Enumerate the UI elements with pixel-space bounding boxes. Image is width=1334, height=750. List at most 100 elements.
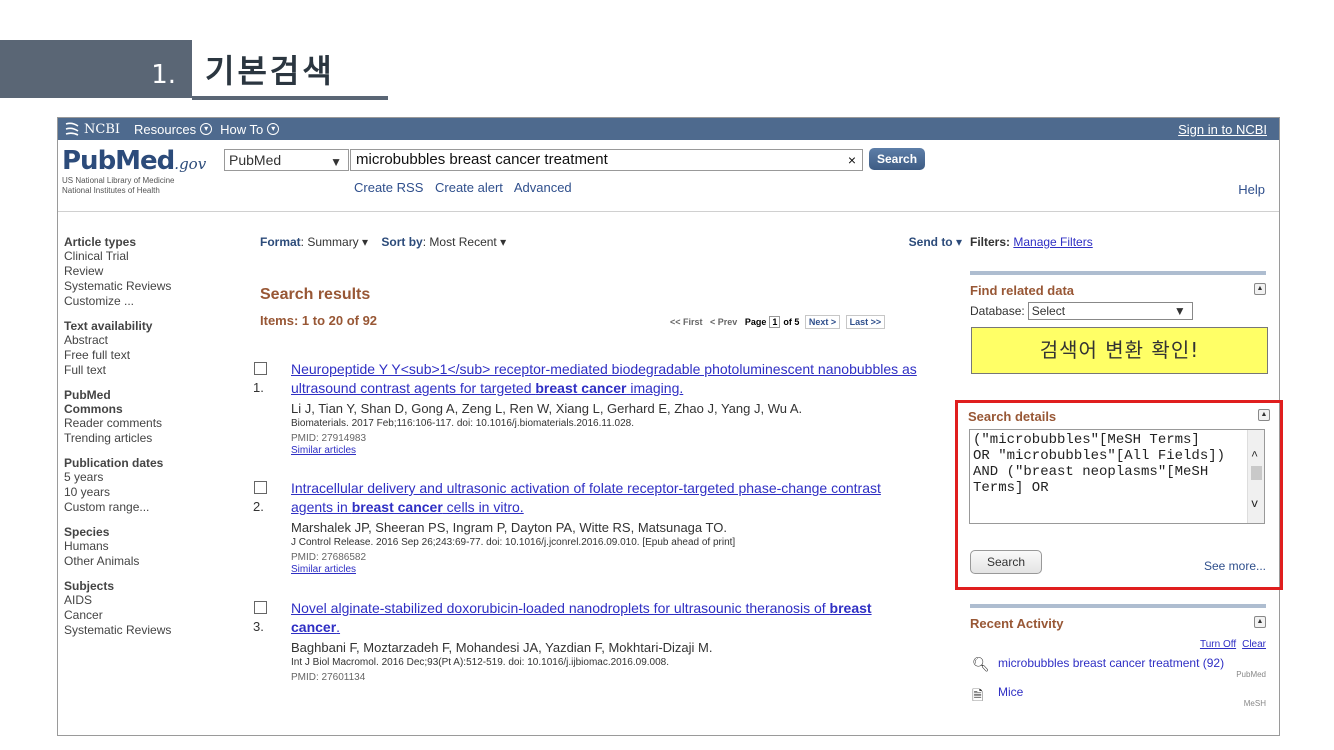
collapse-up-icon[interactable]: ▲: [1258, 409, 1270, 421]
result-checkbox[interactable]: [254, 362, 267, 375]
scroll-up-icon[interactable]: ^: [1251, 448, 1258, 464]
result-checkbox[interactable]: [254, 481, 267, 494]
facet-item[interactable]: Humans: [64, 539, 236, 554]
search-details-search-button[interactable]: Search: [970, 550, 1042, 574]
title-highlight: breast: [829, 600, 872, 616]
scroll-down-icon[interactable]: v: [1251, 496, 1258, 512]
find-related-head: Find related data ▲: [970, 283, 1266, 298]
result-title-link[interactable]: Intracellular delivery and ultrasonic ac…: [291, 479, 960, 498]
howto-menu[interactable]: How To ▾: [220, 122, 280, 137]
facet-item[interactable]: Abstract: [64, 333, 236, 348]
related-database-value: Select: [1031, 304, 1066, 318]
result-item: 2. Intracellular delivery and ultrasonic…: [253, 479, 960, 575]
heading-number: 1.: [151, 60, 176, 90]
scroll-thumb[interactable]: [1251, 466, 1262, 480]
see-more-link[interactable]: See more...: [1204, 559, 1266, 573]
pager-page-label: Page: [744, 317, 767, 327]
search-input-value: microbubbles breast cancer treatment: [356, 151, 608, 168]
textarea-scrollbar[interactable]: ^ v: [1247, 430, 1264, 523]
format-dropdown[interactable]: Format: Summary ▾: [260, 235, 368, 249]
pager-last-button[interactable]: Last >>: [845, 315, 886, 329]
related-database-select[interactable]: Select ▼: [1027, 302, 1193, 320]
turn-off-link[interactable]: Turn Off: [1200, 639, 1236, 650]
facet-item[interactable]: Clinical Trial: [64, 249, 236, 264]
pager-page-input[interactable]: 1: [769, 316, 781, 328]
recent-activity-item[interactable]: 🗎 Mice MeSH: [970, 685, 1266, 708]
collapse-up-icon[interactable]: ▲: [1254, 283, 1266, 295]
result-checkbox[interactable]: [254, 601, 267, 614]
search-input[interactable]: microbubbles breast cancer treatment ×: [350, 149, 863, 171]
help-link[interactable]: Help: [1238, 182, 1265, 197]
facet-text-availability: Text availability Abstract Free full tex…: [64, 319, 236, 378]
similar-articles-link[interactable]: Similar articles: [291, 445, 960, 456]
result-title-link[interactable]: ultrasound contrast agents for targeted …: [291, 379, 960, 398]
facet-item[interactable]: Systematic Reviews: [64, 623, 236, 638]
result-title-link[interactable]: Novel alginate-stabilized doxorubicin-lo…: [291, 599, 960, 618]
facet-subjects: Subjects AIDS Cancer Systematic Reviews: [64, 579, 236, 638]
create-alert-link[interactable]: Create alert: [435, 180, 503, 195]
ncbi-logo[interactable]: NCBI: [64, 122, 120, 137]
callout-box: 검색어 변환 확인!: [971, 327, 1268, 374]
sort-dropdown[interactable]: Sort by: Most Recent ▾: [381, 235, 506, 249]
title-text: Neuropeptide Y Y<sub>1</sub> receptor-me…: [291, 361, 917, 377]
right-column: Filters: Manage Filters Find related dat…: [970, 235, 1268, 374]
facet-item[interactable]: 10 years: [64, 485, 236, 500]
result-journal: J Control Release. 2016 Sep 26;243:69-77…: [291, 537, 736, 548]
facet-item[interactable]: Review: [64, 264, 236, 279]
pubmed-logo-gov: .gov: [174, 155, 207, 173]
facet-item[interactable]: 5 years: [64, 470, 236, 485]
pubmed-logo-sub2: National Institutes of Health: [62, 186, 160, 195]
pager: << First < Prev Page 1 of 5 Next > Last >>: [670, 315, 886, 329]
search-details-textarea[interactable]: ("microbubbles"[MeSH Terms] OR "microbub…: [969, 429, 1265, 524]
clear-icon[interactable]: ×: [848, 150, 856, 170]
pager-prev[interactable]: < Prev: [710, 317, 737, 327]
result-title-link[interactable]: Neuropeptide Y Y<sub>1</sub> receptor-me…: [291, 360, 960, 379]
result-number: 3.: [253, 619, 264, 634]
related-database-row: Database: Select ▼: [970, 302, 1266, 320]
send-to-dropdown[interactable]: Send to ▾: [909, 235, 962, 249]
result-authors: Baghbani F, Moztarzadeh F, Mohandesi JA,…: [291, 640, 713, 655]
pubmed-logo-sub1: US National Library of Medicine: [62, 176, 175, 185]
title-text: .: [336, 619, 341, 635]
format-bar: Format: Summary ▾ Sort by: Most Recent ▾…: [260, 235, 962, 253]
facet-item[interactable]: Other Animals: [64, 554, 236, 569]
facet-item[interactable]: Cancer: [64, 608, 236, 623]
create-rss-link[interactable]: Create RSS: [354, 180, 423, 195]
database-select[interactable]: PubMed ▼: [224, 149, 349, 171]
facet-item[interactable]: Custom range...: [64, 500, 236, 515]
title-text: Intracellular delivery and ultrasonic ac…: [291, 480, 881, 496]
facet-item[interactable]: Customize ...: [64, 294, 236, 309]
resources-menu[interactable]: Resources ▾: [134, 121, 213, 137]
result-title-link[interactable]: cancer.: [291, 618, 960, 637]
pager-next-button[interactable]: Next >: [804, 315, 841, 329]
chevron-down-icon: ▾: [200, 123, 213, 135]
result-number: 1.: [253, 380, 264, 395]
clear-link[interactable]: Clear: [1242, 639, 1266, 650]
pager-first[interactable]: << First: [670, 317, 703, 327]
pubmed-logo[interactable]: PubMed.gov US National Library of Medici…: [62, 146, 206, 196]
similar-articles-link[interactable]: Similar articles: [291, 564, 960, 575]
database-select-value: PubMed: [229, 152, 282, 168]
facet-item[interactable]: Systematic Reviews: [64, 279, 236, 294]
format-label: Format: [260, 235, 301, 249]
collapse-up-icon[interactable]: ▲: [1254, 616, 1266, 628]
resources-label: Resources: [134, 121, 197, 137]
sign-in-link[interactable]: Sign in to NCBI: [1178, 122, 1267, 137]
sort-value: Most Recent: [429, 235, 497, 249]
facet-item[interactable]: Free full text: [64, 348, 236, 363]
result-item: 3. Novel alginate-stabilized doxorubicin…: [253, 599, 960, 683]
facet-item[interactable]: Reader comments: [64, 416, 236, 431]
search-button[interactable]: Search: [869, 148, 926, 170]
recent-activity-item[interactable]: 🔍︎ microbubbles breast cancer treatment …: [970, 656, 1266, 679]
facet-item[interactable]: Trending articles: [64, 431, 236, 446]
search-details-title: Search details: [968, 409, 1057, 424]
manage-filters-link[interactable]: Manage Filters: [1013, 235, 1092, 249]
title-text: cells in vitro.: [442, 499, 524, 515]
advanced-link[interactable]: Advanced: [514, 180, 572, 195]
facet-item[interactable]: Full text: [64, 363, 236, 378]
slide-heading: 1. 기본검색: [0, 40, 390, 102]
facet-item[interactable]: AIDS: [64, 593, 236, 608]
facet-title: Species: [64, 525, 110, 539]
result-title-link[interactable]: agents in breast cancer cells in vitro.: [291, 498, 960, 517]
facet-title: Text availability: [64, 319, 153, 333]
